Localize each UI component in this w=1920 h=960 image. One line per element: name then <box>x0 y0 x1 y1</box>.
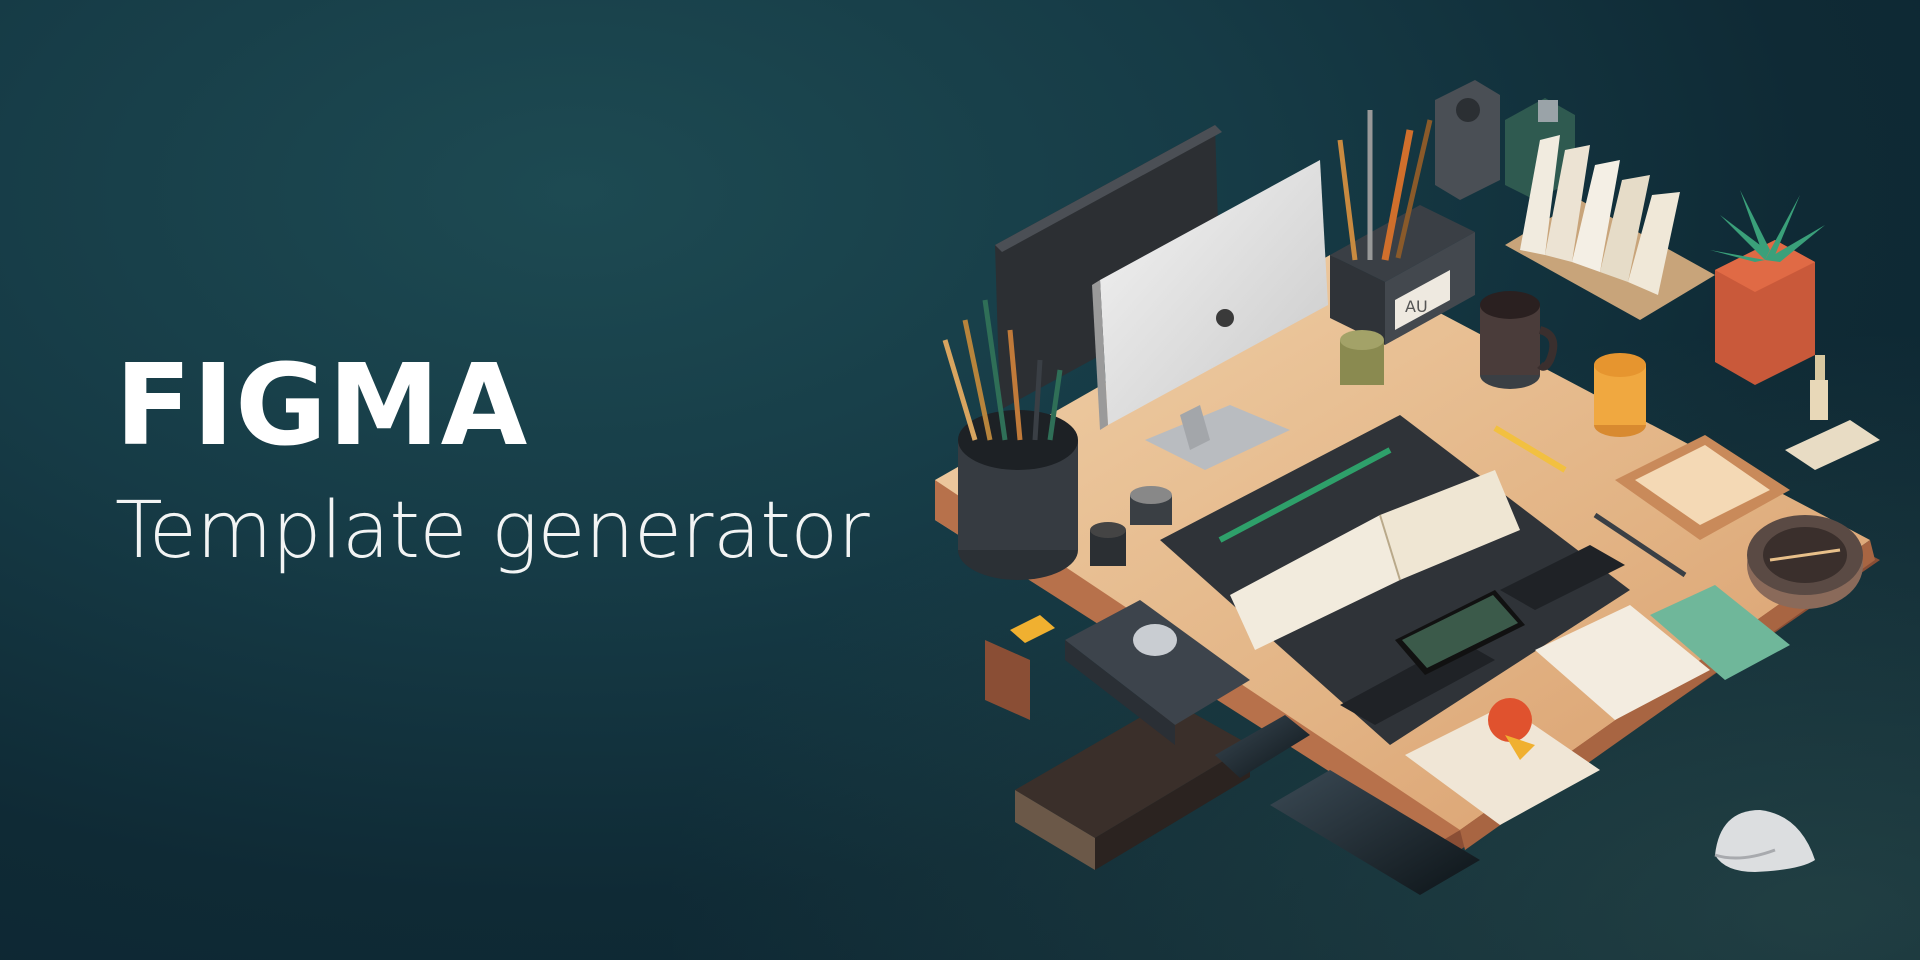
sticky-note <box>1010 615 1055 643</box>
compass <box>1747 515 1863 609</box>
white-shell <box>1714 810 1815 872</box>
organizer-label: AU <box>1405 297 1428 316</box>
orange-cup <box>1594 353 1646 437</box>
isometric-desk-illustration: AU <box>935 80 1880 895</box>
book-row <box>1505 135 1715 320</box>
hero-text: FIGMA Template generator <box>115 341 870 576</box>
bottle <box>1785 355 1880 470</box>
hero-title: FIGMA <box>115 341 529 471</box>
small-jar <box>1340 330 1384 385</box>
hero-subtitle: Template generator <box>115 486 870 576</box>
desk-speaker <box>1435 80 1500 200</box>
apple-logo-icon <box>1216 309 1234 327</box>
potted-plant <box>1710 190 1825 385</box>
stacked-books <box>1015 700 1250 870</box>
